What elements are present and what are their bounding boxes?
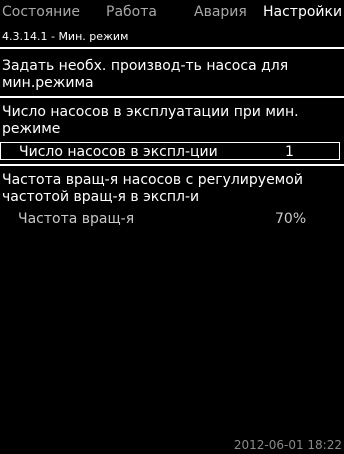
tab-alarm[interactable]: Авария — [194, 4, 247, 20]
breadcrumb: 4.3.14.1 - Мин. режим — [2, 30, 129, 43]
page-description: Задать необх. производ-ть насоса для мин… — [2, 58, 289, 91]
tab-bar: Состояние Работа Авария Настройки — [0, 4, 344, 30]
pumps-in-operation-label: Число насосов в экспл-ции — [19, 144, 218, 160]
speed-row[interactable]: Частота вращ-я 70% — [0, 210, 344, 228]
tab-settings[interactable]: Настройки — [263, 4, 342, 20]
section-heading-pumps: Число насосов в эксплуатации при мин. ре… — [2, 104, 299, 137]
tab-operation[interactable]: Работа — [106, 4, 157, 20]
section-divider — [0, 96, 344, 98]
pumps-in-operation-value: 1 — [285, 144, 294, 160]
tab-status[interactable]: Состояние — [2, 4, 80, 20]
speed-value: 70% — [275, 211, 307, 227]
speed-label: Частота вращ-я — [18, 211, 135, 227]
section-divider-2 — [0, 164, 344, 166]
header-divider — [0, 47, 344, 49]
datetime-footer: 2012-06-01 18:22 — [233, 438, 342, 452]
pumps-in-operation-row[interactable]: Число насосов в экспл-ции 1 — [0, 142, 340, 160]
section-heading-speed: Частота вращ-я насосов с регулируемой ча… — [2, 172, 303, 205]
